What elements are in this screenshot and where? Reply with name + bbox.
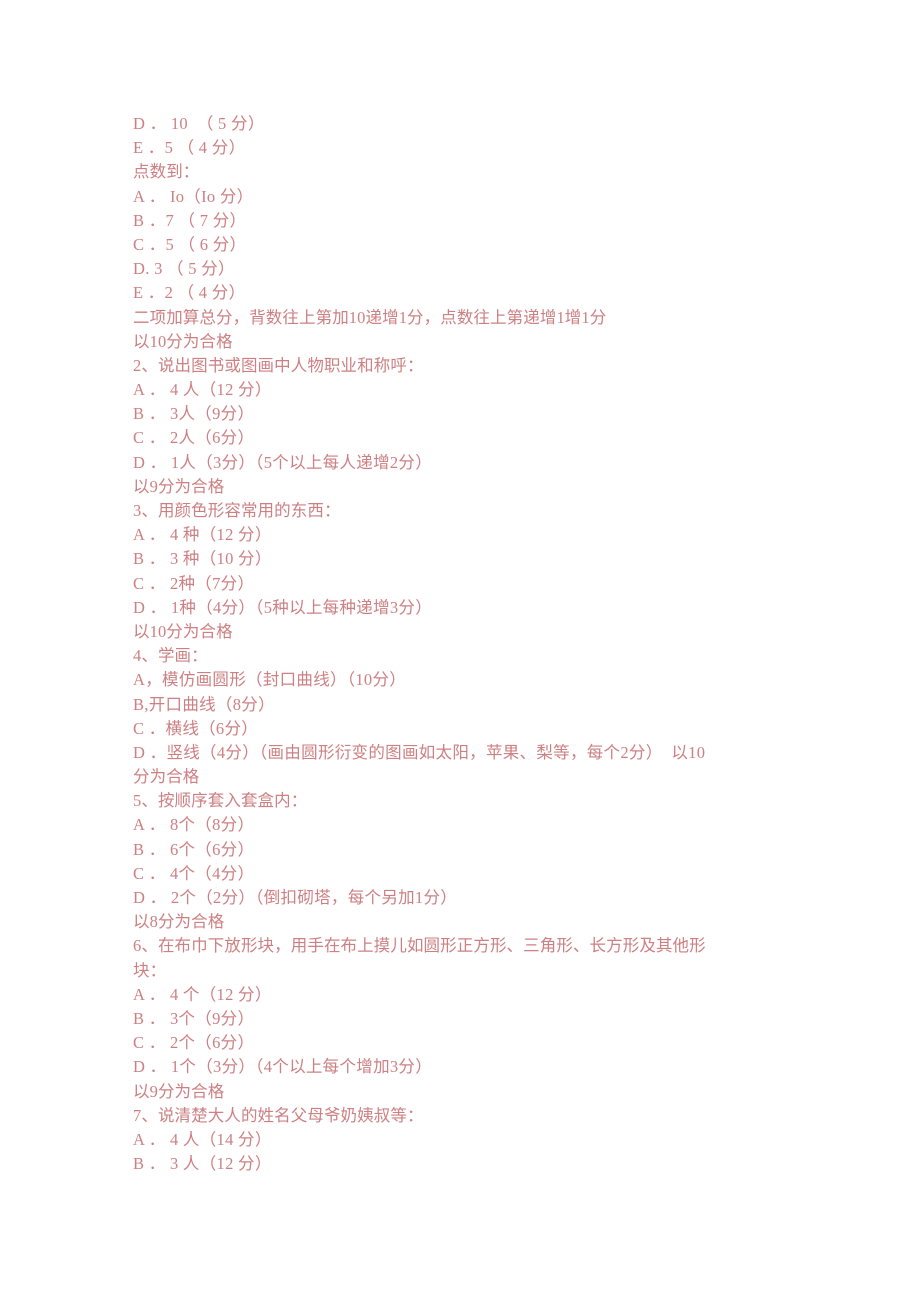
text-line: B ． 3 人（12 分） (133, 1154, 272, 1174)
text-line: B ．7 （ 7 分） (133, 210, 247, 230)
text-line: B ． 3人（9分） (133, 404, 255, 424)
text-line: C ． 2人（6分） (133, 428, 255, 448)
text-line: 以9分为合格 (133, 1081, 225, 1101)
text-line: A，模仿画圆形（封口曲线）（10分） (133, 670, 407, 690)
text-line: D ． 1个（3分）（4个以上每个增加3分） (133, 1057, 433, 1077)
text-line: 5、按顺序套入套盒内： (133, 791, 308, 811)
text-line: 以10分为合格 (133, 331, 233, 351)
text-line: 点数到： (133, 162, 200, 182)
text-line: B ． 3个（9分） (133, 1008, 255, 1028)
text-line: A ． 4 种（12 分） (133, 525, 272, 545)
text-line: C ． 2个（6分） (133, 1033, 255, 1053)
text-line: D. 3 （ 5 分） (133, 259, 235, 279)
text-line: B,开口曲线（8分） (133, 694, 275, 714)
text-line: C ． 2种（7分） (133, 573, 255, 593)
text-line: 以10分为合格 (133, 621, 233, 641)
text-line: C ．横线（6分） (133, 718, 259, 738)
text-line: D ． 1人（3分）（5个以上每人递增2分） (133, 452, 433, 472)
text-line: E ．5 （ 4 分） (133, 138, 246, 158)
text-line: A ． Io（Io 分） (133, 186, 254, 206)
text-line: 2、说出图书或图画中人物职业和称呼： (133, 355, 424, 375)
text-line: A ． 4 人（14 分） (133, 1129, 272, 1149)
text-line: E ．2 （ 4 分） (133, 283, 246, 303)
text-line: D ． 1种（4分）（5种以上每种递增3分） (133, 597, 433, 617)
text-line: 4、学画： (133, 646, 208, 666)
document-text-body: D ． 10 （ 5 分） E ．5 （ 4 分） 点数到： A ． Io（Io 分）… (133, 112, 833, 1176)
text-line: B ． 6个（6分） (133, 839, 255, 859)
text-line: A ． 4 人（12 分） (133, 380, 272, 400)
text-line: D ． 2个（2分）（倒扣砌塔，每个另加1分） (133, 888, 458, 907)
text-line: 二项加算总分，背数往上第加10递增1分，点数往上第递增1增1分 (133, 307, 607, 327)
text-line: A ． 8个（8分） (133, 815, 255, 835)
text-line: 7、说清楚大人的姓名父母爷奶姨叔等： (133, 1105, 424, 1125)
text-line: 以8分为合格 (133, 912, 225, 932)
text-line: 分为合格 (133, 767, 200, 787)
text-line: C ． 4个（4分） (133, 863, 255, 883)
text-line: 3、用颜色形容常用的东西： (133, 501, 341, 520)
text-line: A ． 4 个（12 分） (133, 984, 272, 1004)
text-line: 以9分为合格 (133, 476, 225, 496)
text-line: C ．5 （ 6 分） (133, 234, 247, 254)
text-line: D ． 10 （ 5 分） (133, 114, 265, 133)
text-line: D ．竖线（4分）（画由圆形衍变的图画如太阳，苹果、梨等，每个2分） 以10 (133, 742, 706, 762)
text-line: B ． 3 种（10 分） (133, 549, 272, 569)
document-page: D ． 10 （ 5 分） E ．5 （ 4 分） 点数到： A ． Io（Io 分）… (0, 0, 920, 1301)
text-line: 块： (133, 960, 167, 980)
text-line: 6、在布巾下放形块，用手在布上摸儿如圆形正方形、三角形、长方形及其他形 (133, 936, 706, 956)
